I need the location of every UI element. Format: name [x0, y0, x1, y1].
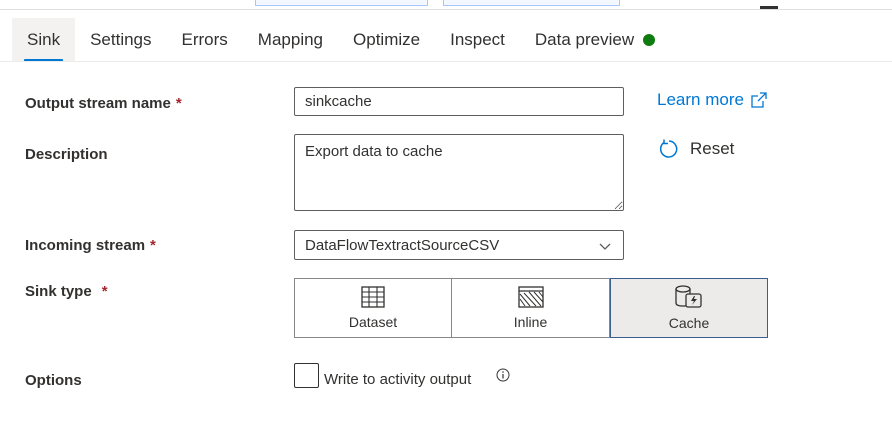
sink-type-selector: Dataset Inline Cache: [294, 278, 769, 338]
external-link-icon: [751, 92, 767, 108]
description-textarea[interactable]: Export data to cache: [294, 134, 624, 211]
sink-type-cache-option[interactable]: Cache: [610, 278, 768, 338]
reset-button[interactable]: Reset: [658, 138, 734, 160]
hatched-table-icon: [517, 286, 544, 308]
options-label: Options: [25, 372, 82, 389]
incoming-stream-label: Incoming stream *: [25, 237, 156, 254]
write-to-activity-output-label[interactable]: Write to activity output: [324, 371, 471, 388]
status-dot-icon: [643, 34, 656, 46]
tab-mapping[interactable]: Mapping: [243, 18, 338, 62]
required-marker: *: [175, 95, 182, 112]
incoming-stream-dropdown[interactable]: DataFlowTextractSourceCSV: [294, 230, 624, 260]
sink-type-inline-option[interactable]: Inline: [452, 278, 610, 338]
sink-type-label: Sink type *: [25, 283, 108, 300]
canvas-node: [443, 0, 620, 6]
tab-bar: Sink Settings Errors Mapping Optimize In…: [12, 18, 670, 62]
output-stream-name-input[interactable]: [294, 87, 624, 116]
chevron-down-icon: [599, 243, 611, 250]
tab-settings[interactable]: Settings: [75, 18, 166, 62]
tab-sink[interactable]: Sink: [12, 18, 76, 62]
canvas-strip: [0, 0, 892, 10]
tab-errors[interactable]: Errors: [167, 18, 243, 62]
canvas-node: [255, 0, 428, 6]
incoming-stream-value: DataFlowTextractSourceCSV: [305, 236, 500, 254]
tab-inspect[interactable]: Inspect: [435, 18, 520, 62]
cache-icon: [675, 285, 702, 308]
canvas-handle: [760, 6, 778, 9]
required-marker: *: [101, 283, 108, 300]
write-to-activity-output-checkbox[interactable]: [294, 363, 319, 388]
output-stream-name-label: Output stream name *: [25, 95, 182, 112]
description-label: Description: [25, 146, 108, 163]
table-icon: [361, 286, 385, 308]
tab-data-preview[interactable]: Data preview: [520, 18, 670, 62]
required-marker: *: [150, 237, 156, 254]
refresh-icon: [659, 139, 678, 158]
info-icon[interactable]: [496, 368, 510, 382]
tab-optimize[interactable]: Optimize: [338, 18, 435, 62]
tab-divider: [0, 61, 892, 62]
sink-type-dataset-option[interactable]: Dataset: [294, 278, 452, 338]
learn-more-link[interactable]: Learn more: [657, 90, 767, 110]
